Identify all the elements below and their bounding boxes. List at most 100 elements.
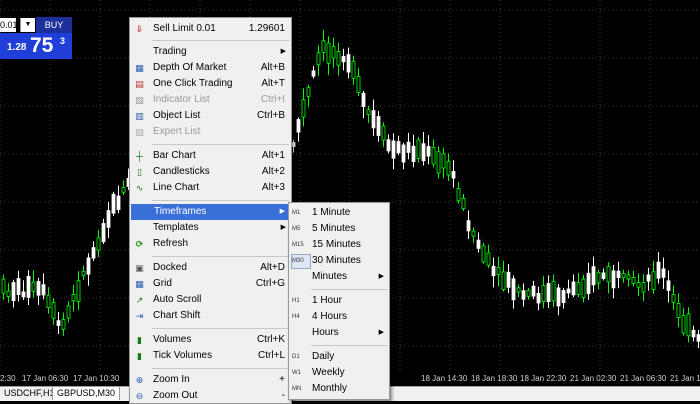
candle-body: [326, 42, 331, 64]
menu-item-volumes[interactable]: ▮ Volumes Ctrl+K: [130, 332, 291, 348]
timeframes-submenu: M1 1 Minute M5 5 Minutes M15 15 Minutes …: [288, 202, 390, 400]
lot-dropdown-icon[interactable]: ▼: [20, 18, 35, 32]
tab-gbpusd-m30[interactable]: GBPUSD,M30: [52, 387, 121, 400]
candle-body: [666, 280, 671, 291]
candle-body: [541, 285, 546, 303]
candle-body: [661, 268, 666, 278]
candle-body: [496, 266, 501, 275]
submenu-arrow-icon: ▶: [279, 208, 285, 215]
menu-item-timeframes[interactable]: Timeframes ▶: [131, 204, 290, 220]
candle-body: [46, 294, 51, 308]
menu-item-h4[interactable]: H4 4 Hours: [289, 309, 389, 325]
lot-size-input[interactable]: 0.01: [0, 18, 18, 32]
menu-item-zoom-out[interactable]: ⊖ Zoom Out -: [130, 388, 291, 404]
menu-item-w1[interactable]: W1 Weekly: [289, 365, 389, 381]
menu-separator: [152, 368, 289, 369]
candle-body: [351, 60, 356, 79]
candle-body: [511, 278, 516, 301]
menu-item-docked[interactable]: ▣ Docked Alt+D: [130, 260, 291, 276]
candle-body: [591, 266, 596, 286]
menu-item-sell-limit[interactable]: ⇩ Sell Limit 0.01 1.29601: [130, 21, 291, 37]
candle-body: [6, 290, 11, 297]
submenu-arrow-icon: ▶: [378, 273, 384, 280]
indicator-list-icon: ▧: [135, 95, 144, 105]
menu-item-minutes[interactable]: Minutes ▶: [289, 269, 389, 285]
time-axis-label: 21 Jan 06:30: [620, 374, 667, 383]
menu-separator: [152, 40, 289, 41]
candle-body: [531, 285, 536, 297]
candle-body: [526, 290, 531, 297]
candle-body: [411, 145, 416, 162]
menu-item-m15[interactable]: M15 15 Minutes: [289, 237, 389, 253]
candle-body: [596, 272, 601, 284]
bar-chart-icon: ┼: [136, 151, 143, 161]
tab-usdchf-h1[interactable]: USDCHF,H1: [0, 387, 53, 400]
candle-body: [671, 294, 676, 303]
candle-body: [651, 271, 656, 291]
candle-body: [111, 193, 116, 214]
menu-item-grid[interactable]: ▦ Grid Ctrl+G: [130, 276, 291, 292]
candle-body: [16, 278, 21, 296]
menu-item-auto-scroll[interactable]: ↗ Auto Scroll: [130, 292, 291, 308]
candle-body: [461, 197, 466, 209]
buy-price-button[interactable]: 1.28 75 3: [0, 33, 72, 59]
menu-item-h1[interactable]: H1 1 Hour: [289, 293, 389, 309]
candle-body: [521, 290, 526, 300]
submenu-arrow-icon: ▶: [280, 48, 286, 55]
candle-body: [11, 282, 16, 302]
candle-body: [96, 237, 101, 251]
menu-item-m1[interactable]: M1 1 Minute: [289, 205, 389, 221]
menu-separator: [152, 144, 289, 145]
candle-body: [331, 46, 336, 59]
candle-body: [26, 275, 31, 298]
sell-limit-icon: ⇩: [135, 24, 144, 34]
candle-body: [436, 151, 441, 174]
menu-separator: [152, 328, 289, 329]
menu-item-d1[interactable]: D1 Daily: [289, 349, 389, 365]
candle-body: [406, 141, 411, 153]
menu-separator: [152, 256, 289, 257]
menu-item-refresh[interactable]: ⟳ Refresh: [130, 236, 291, 252]
menu-item-depth-of-market[interactable]: ▦ Depth Of Market Alt+B: [130, 60, 291, 76]
menu-item-bar-chart[interactable]: ┼ Bar Chart Alt+1: [130, 148, 291, 164]
candle-body: [366, 109, 371, 115]
candle-body: [101, 223, 106, 243]
menu-item-one-click-trading[interactable]: ▤ One Click Trading Alt+T: [130, 76, 291, 92]
candle-body: [301, 99, 306, 118]
candle-body: [516, 287, 521, 293]
menu-item-object-list[interactable]: ▥ Object List Ctrl+B: [130, 108, 291, 124]
candle-body: [361, 92, 366, 108]
candle-body: [391, 140, 396, 159]
candle-body: [91, 247, 96, 259]
buy-button[interactable]: BUY: [36, 17, 72, 33]
menu-item-m5[interactable]: M5 5 Minutes: [289, 221, 389, 237]
candle-body: [481, 245, 486, 263]
menu-item-indicator-list[interactable]: ▧ Indicator List Ctrl+I: [130, 92, 291, 108]
candle-body: [441, 153, 446, 169]
menu-item-templates[interactable]: Templates ▶: [130, 220, 291, 236]
candle-body: [606, 266, 611, 283]
menu-item-mn[interactable]: MN Monthly: [289, 381, 389, 397]
menu-item-chart-shift[interactable]: ⇥ Chart Shift: [130, 308, 291, 324]
candle-body: [646, 274, 651, 282]
candle-body: [116, 195, 121, 211]
menu-item-line-chart[interactable]: ∿ Line Chart Alt+3: [130, 180, 291, 196]
menu-item-zoom-in[interactable]: ⊕ Zoom In +: [130, 372, 291, 388]
candle-body: [106, 210, 111, 228]
candle-body: [656, 261, 661, 279]
candle-body: [306, 87, 311, 97]
menu-item-hours[interactable]: Hours ▶: [289, 325, 389, 341]
candle-body: [336, 50, 341, 66]
candle-body: [376, 116, 381, 136]
candle-body: [636, 282, 641, 288]
menu-item-expert-list[interactable]: ▨ Expert List: [130, 124, 291, 140]
candle-body: [371, 110, 376, 129]
candle-body: [426, 145, 431, 157]
menu-item-candlesticks[interactable]: ▯ Candlesticks Alt+2: [130, 164, 291, 180]
menu-item-m30[interactable]: M30 30 Minutes: [289, 253, 389, 269]
candle-body: [66, 305, 71, 319]
menu-item-tick-volumes[interactable]: ▮ Tick Volumes Ctrl+L: [130, 348, 291, 364]
menu-separator: [311, 289, 387, 290]
menu-item-trading[interactable]: Trading ▶: [130, 44, 291, 60]
candle-body: [76, 280, 81, 302]
